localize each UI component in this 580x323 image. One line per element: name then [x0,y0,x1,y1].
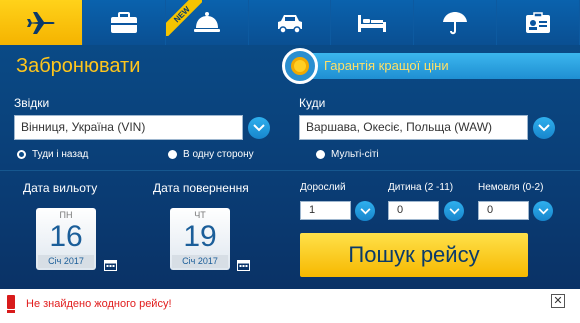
tab-packages[interactable] [82,0,166,45]
destination-input[interactable]: Варшава, Окесіє, Польща (WAW) [299,115,528,140]
close-button[interactable]: ✕ [551,294,565,308]
children-dropdown-button[interactable] [444,201,464,221]
origin-dropdown-button[interactable] [248,117,270,139]
chevron-down-icon [538,124,550,132]
guarantee-text: Гарантія кращої ціни [324,58,449,73]
search-flights-button[interactable]: Пошук рейсу [300,233,528,277]
tab-account[interactable] [497,0,580,45]
radio-round-trip[interactable]: Туди і назад [17,149,88,160]
radio-dot [168,150,177,159]
service-tabs: NEW [0,0,580,45]
booking-panel: Забронювати Гарантія кращої ціни Звідки … [0,45,580,289]
contact-card-icon [526,11,551,33]
divider [0,170,580,171]
from-label: Звідки [14,96,50,110]
infants-dropdown-button[interactable] [533,201,553,221]
best-price-guarantee[interactable]: Гарантія кращої ціни [282,48,580,84]
destination-dropdown-button[interactable] [533,117,555,139]
tab-accommodation[interactable] [331,0,415,45]
chevron-down-icon [538,207,548,214]
infants-label: Немовля (0-2) [478,182,544,193]
error-bar: Не знайдено жодного рейсу! ✕ [0,289,580,323]
chevron-down-icon [360,207,370,214]
error-message: Не знайдено жодного рейсу! [26,298,172,310]
tab-insurance[interactable] [414,0,498,45]
chevron-down-icon [449,207,459,214]
return-date-picker[interactable]: ЧТ 19 Січ 2017 [170,208,230,270]
to-label: Куди [299,96,326,110]
umbrella-icon [443,11,468,34]
radio-one-way[interactable]: В одну сторону [168,149,254,160]
adults-select[interactable]: 1 [300,201,351,220]
calendar-icon[interactable] [104,259,117,271]
bed-icon [358,14,387,32]
radio-multi-city[interactable]: Мульті-сіті [316,149,379,160]
car-icon [277,14,302,34]
calendar-icon[interactable] [237,259,250,271]
adults-dropdown-button[interactable] [355,201,375,221]
chevron-down-icon [253,124,265,132]
departure-date-label: Дата вильоту [23,181,98,195]
tab-flights[interactable] [0,0,83,45]
page-title: Забронювати [16,55,141,77]
origin-input[interactable]: Вінниця, Україна (VIN) [14,115,243,140]
tab-hotels[interactable]: NEW [165,0,249,45]
radio-dot [316,150,325,159]
briefcase-icon [110,11,137,33]
infants-select[interactable]: 0 [478,201,529,220]
children-select[interactable]: 0 [388,201,439,220]
departure-date-picker[interactable]: ПН 16 Січ 2017 [36,208,96,270]
children-label: Дитина (2 -11) [388,182,454,193]
new-badge: NEW [165,0,202,36]
adults-label: Дорослий [300,182,346,193]
return-date-label: Дата повернення [153,181,249,195]
close-icon: ✕ [553,294,563,307]
radio-dot [17,150,26,159]
airplane-icon [26,11,55,34]
seal-icon [282,48,318,84]
error-icon [7,295,15,313]
tab-cars[interactable] [248,0,332,45]
